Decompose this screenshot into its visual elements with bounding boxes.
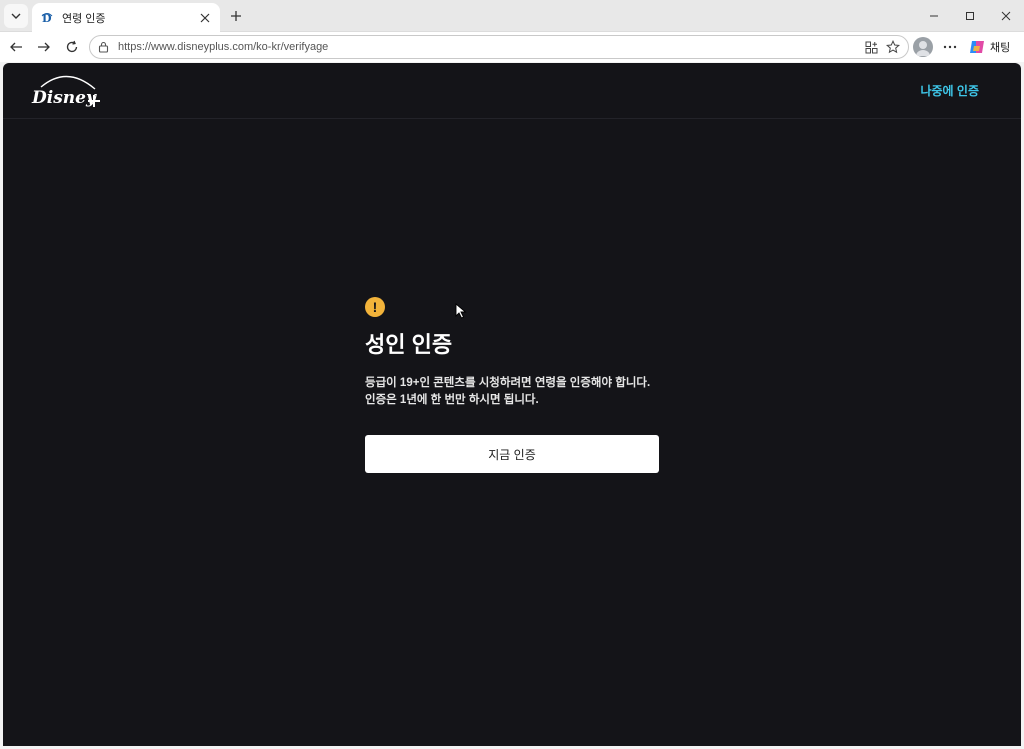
more-dots-icon <box>943 45 957 49</box>
window-close-button[interactable] <box>996 6 1016 26</box>
lock-icon <box>96 40 110 54</box>
warning-icon: ! <box>365 297 385 317</box>
user-icon <box>916 41 930 56</box>
copilot-label: 채팅 <box>990 42 1011 54</box>
favorite-button[interactable] <box>882 36 904 58</box>
svg-text:Disney: Disney <box>31 88 97 108</box>
page-description: 등급이 19+인 콘텐츠를 시청하려면 연령을 인증해야 합니다. 인증은 1년… <box>365 377 651 406</box>
maximize-button[interactable] <box>960 6 980 26</box>
address-bar[interactable]: https://www.disneyplus.com/ko-kr/verifya… <box>89 35 909 59</box>
tab-active[interactable]: D 연령 인증 <box>32 3 220 32</box>
close-icon <box>1001 11 1011 21</box>
url-text: https://www.disneyplus.com/ko-kr/verifya… <box>118 41 329 53</box>
tab-close-button[interactable] <box>196 9 214 27</box>
more-menu-button[interactable] <box>940 37 960 57</box>
browser-toolbar: https://www.disneyplus.com/ko-kr/verifya… <box>0 32 1024 62</box>
minimize-button[interactable] <box>924 6 944 26</box>
age-verify-panel: ! 성인 인증 등급이 19+인 콘텐츠를 시청하려면 연령을 인증해야 합니다… <box>365 297 659 473</box>
page-title: 성인 인증 <box>365 332 453 357</box>
new-tab-button[interactable] <box>226 6 246 26</box>
copilot-icon <box>970 41 984 53</box>
refresh-button[interactable] <box>62 37 82 57</box>
apps-icon <box>865 41 877 53</box>
page-viewport: Disney 나중에 인증 ! 성인 인증 등급이 19+인 콘텐츠를 시청하려… <box>3 63 1021 746</box>
mouse-cursor-icon <box>455 303 467 319</box>
copilot-button[interactable]: 채팅 <box>968 36 1010 58</box>
verify-later-link[interactable]: 나중에 인증 <box>920 82 979 99</box>
star-icon <box>886 40 900 54</box>
profile-avatar[interactable] <box>913 37 933 57</box>
tab-list-button[interactable] <box>4 4 28 28</box>
forward-button[interactable] <box>34 37 54 57</box>
refresh-icon <box>66 40 78 53</box>
disney-favicon-icon: D <box>40 11 54 25</box>
back-button[interactable] <box>6 37 26 57</box>
site-header: Disney 나중에 인증 <box>3 63 1021 119</box>
app-install-button[interactable] <box>860 36 882 58</box>
verify-now-button[interactable]: 지금 인증 <box>365 435 659 473</box>
arrow-left-icon <box>10 42 22 52</box>
minimize-icon <box>930 15 938 17</box>
disney-plus-logo-icon: Disney <box>31 75 100 108</box>
plus-icon <box>231 11 241 21</box>
tab-bar: D 연령 인증 <box>0 0 1024 32</box>
chevron-down-icon <box>11 13 21 19</box>
maximize-icon <box>966 12 974 20</box>
tab-title: 연령 인증 <box>62 12 106 25</box>
arrow-right-icon <box>38 42 50 52</box>
close-icon <box>200 13 210 22</box>
